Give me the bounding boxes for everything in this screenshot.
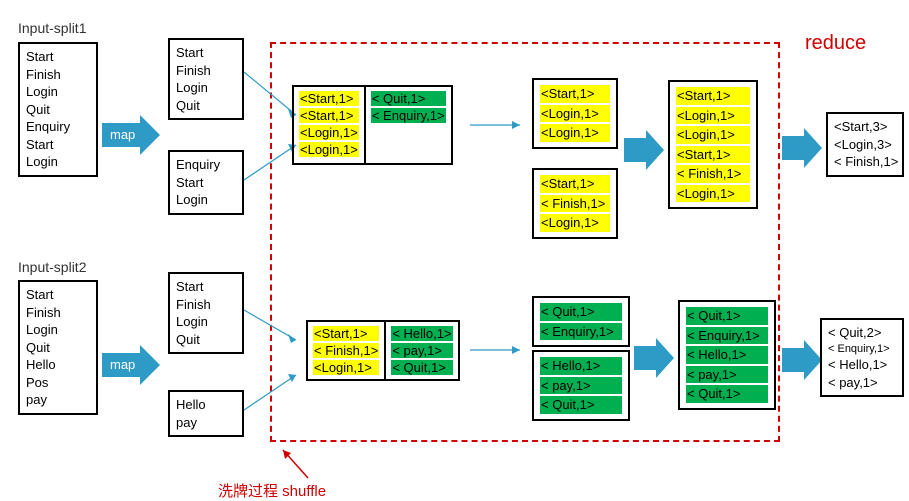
map-arrow-2: map [102, 345, 160, 385]
map-arrow-1: map [102, 115, 160, 155]
input1-box: Start Finish Login Quit Enquiry Start Lo… [18, 42, 98, 177]
split1a-box: StartFinishLoginQuit [168, 38, 244, 120]
thin-arrow-2a [244, 300, 304, 360]
label-input-split2: Input-split2 [18, 259, 86, 275]
big-arrow-m1 [624, 130, 664, 170]
map2-pairs: <Start,1> < Finish,1> <Login,1> < Hello,… [306, 320, 460, 381]
out1-box: <Start,3> <Login,3> < Finish,1> [826, 112, 904, 177]
out2-box: < Quit,2> < Enquiry,1> < Hello,1> < pay,… [820, 318, 904, 397]
thin-arrow-mid-1 [470, 115, 528, 135]
split1b-box: EnquiryStartLogin [168, 150, 244, 215]
combine2b-box: < Hello,1> < pay,1> < Quit,1> [532, 350, 630, 421]
map2-yellow-col: <Start,1> < Finish,1> <Login,1> [308, 322, 384, 379]
combine1b-box: <Start,1> < Finish,1> <Login,1> [532, 168, 618, 239]
big-arrow-r2 [782, 340, 822, 380]
combine2a-box: < Quit,1> < Enquiry,1> [532, 296, 630, 347]
split2b-box: Hellopay [168, 390, 244, 437]
merged1-box: <Start,1> <Login,1> <Login,1> <Start,1> … [668, 80, 758, 209]
split2a-box: StartFinishLoginQuit [168, 272, 244, 354]
big-arrow-r1 [782, 128, 822, 168]
big-arrow-m2 [634, 338, 674, 378]
combine1a-box: <Start,1> <Login,1> <Login,1> [532, 78, 618, 149]
merged2-box: < Quit,1> < Enquiry,1> < Hello,1> < pay,… [678, 300, 776, 410]
label-input-split1: Input-split1 [18, 20, 86, 36]
map1-pairs: <Start,1> <Start,1> <Login,1> <Login,1> … [292, 85, 453, 165]
input2-list: Start Finish Login Quit Hello Pos pay [26, 286, 90, 409]
label-shuffle: 洗牌过程 shuffle [218, 480, 326, 501]
thin-arrow-2b [244, 370, 304, 420]
input1-list: Start Finish Login Quit Enquiry Start Lo… [26, 48, 90, 171]
map-text-2: map [110, 357, 135, 372]
map2-green-col: < Hello,1> < pay,1> < Quit,1> [384, 322, 457, 379]
input2-box: Start Finish Login Quit Hello Pos pay [18, 280, 98, 415]
label-reduce: reduce [805, 32, 866, 55]
thin-arrow-mid-2 [470, 340, 528, 360]
map1-yellow-col: <Start,1> <Start,1> <Login,1> <Login,1> [294, 87, 364, 163]
map1-green-col: < Quit,1> < Enquiry,1> [364, 87, 451, 163]
map-text-1: map [110, 127, 135, 142]
